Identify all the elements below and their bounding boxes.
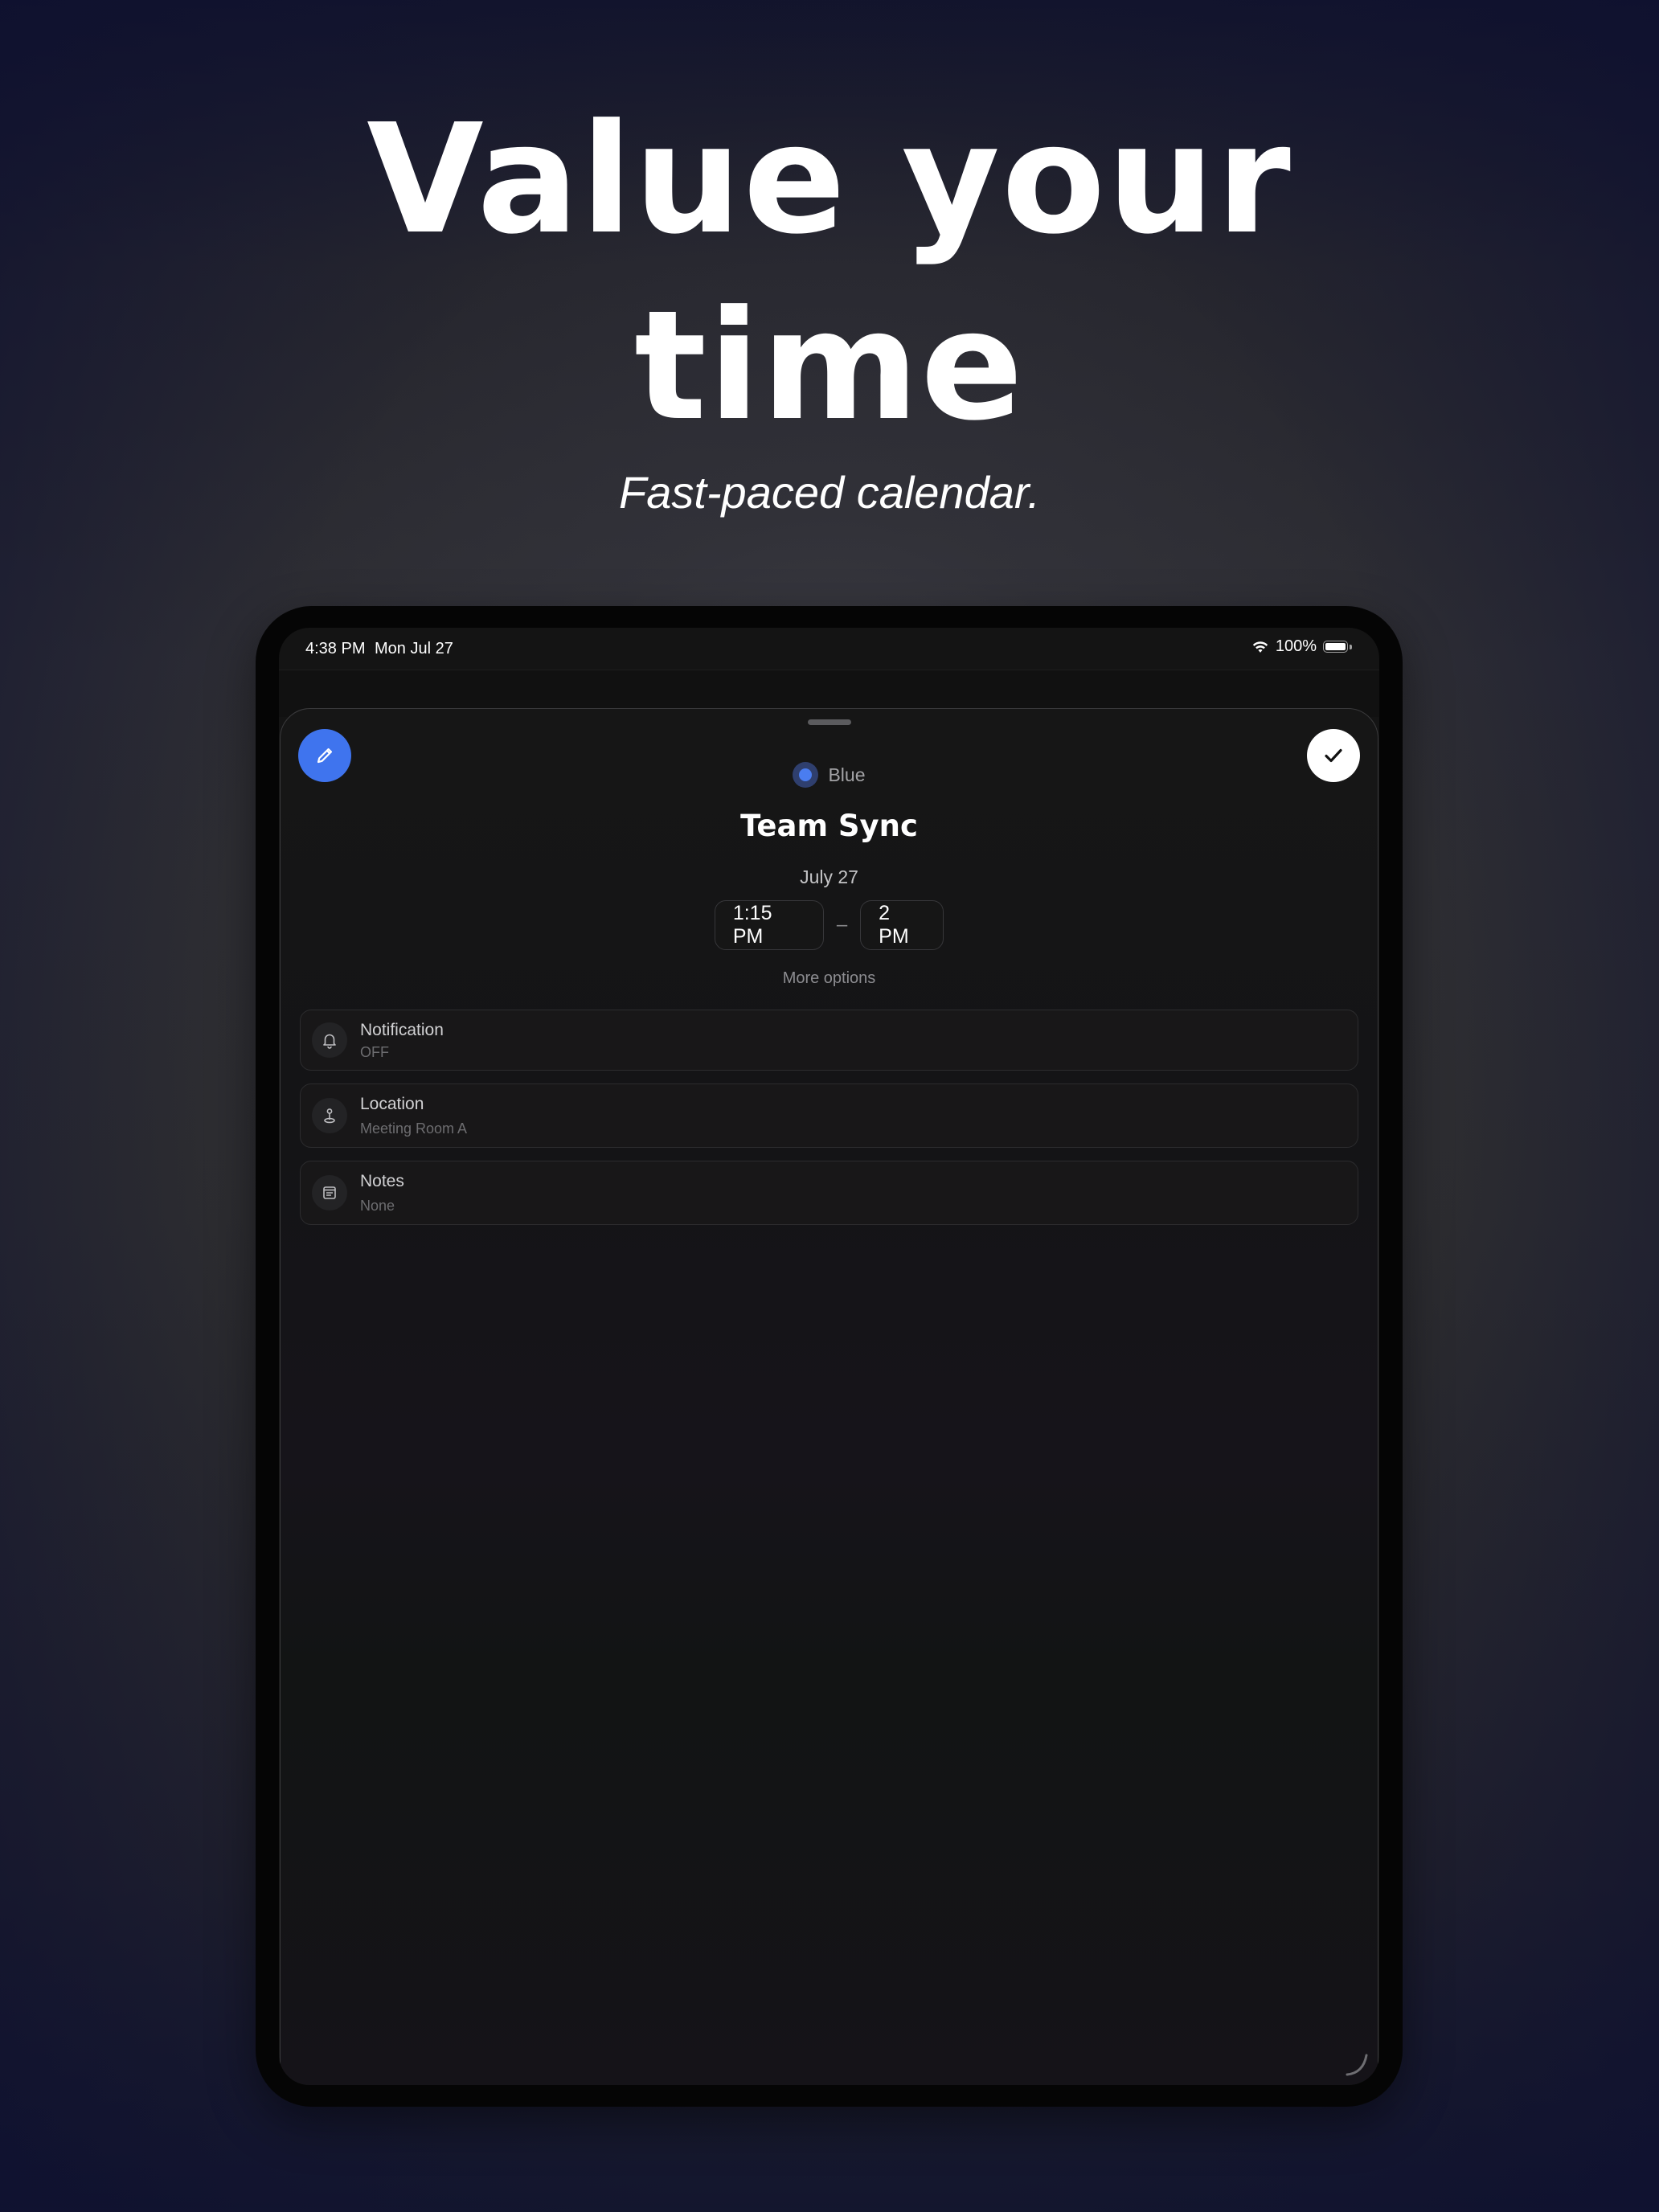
notification-row[interactable]: Notification OFF bbox=[300, 1010, 1358, 1071]
more-options-link[interactable]: More options bbox=[281, 969, 1378, 988]
notification-label: Notification bbox=[360, 1021, 444, 1039]
time-separator: – bbox=[836, 914, 848, 936]
battery-icon bbox=[1323, 640, 1352, 653]
time-range: 1:15 PM – 2 PM bbox=[281, 900, 1378, 950]
bell-icon bbox=[323, 1034, 336, 1049]
location-pin-icon bbox=[324, 1108, 335, 1124]
wifi-icon bbox=[1252, 641, 1268, 653]
battery-fill bbox=[1325, 642, 1346, 650]
option-list: Notification OFF Location Meeting Room A bbox=[300, 1010, 1358, 1238]
color-label: Blue bbox=[828, 764, 866, 785]
notification-value: OFF bbox=[360, 1044, 389, 1060]
hero-headline: Value your time bbox=[0, 87, 1659, 460]
color-swatch-dot bbox=[799, 768, 813, 781]
notes-value: None bbox=[360, 1198, 395, 1214]
battery-tip bbox=[1350, 644, 1352, 649]
color-swatch bbox=[793, 762, 819, 788]
status-date: Mon Jul 27 bbox=[375, 640, 453, 657]
notes-icon-wrap bbox=[312, 1175, 347, 1210]
battery-body bbox=[1323, 640, 1348, 653]
event-date[interactable]: July 27 bbox=[281, 866, 1378, 888]
sheet-grabber[interactable] bbox=[807, 719, 851, 725]
tablet-device: 4:38 PM Mon Jul 27 100% Blue Team Sync J… bbox=[256, 606, 1403, 2107]
end-time-button[interactable]: 2 PM bbox=[860, 900, 944, 950]
tablet-screen: 4:38 PM Mon Jul 27 100% Blue Team Sync J… bbox=[279, 628, 1379, 2085]
notification-icon-wrap bbox=[312, 1022, 347, 1058]
status-right-group: 100% bbox=[1251, 637, 1352, 656]
start-time-button[interactable]: 1:15 PM bbox=[714, 900, 824, 950]
location-label: Location bbox=[360, 1095, 424, 1113]
hero-subtitle: Fast-paced calendar. bbox=[619, 467, 1040, 518]
resize-handle-icon[interactable] bbox=[1344, 2052, 1370, 2078]
battery-percentage: 100% bbox=[1275, 637, 1317, 655]
location-row[interactable]: Location Meeting Room A bbox=[300, 1083, 1358, 1148]
status-time: 4:38 PM bbox=[305, 640, 366, 657]
headline-line-1: Value your bbox=[367, 92, 1292, 268]
headline-line-2: time bbox=[634, 278, 1025, 454]
notes-label: Notes bbox=[360, 1172, 404, 1190]
location-value: Meeting Room A bbox=[360, 1120, 468, 1137]
color-picker[interactable]: Blue bbox=[281, 762, 1378, 788]
notes-icon bbox=[323, 1186, 336, 1199]
location-icon-wrap bbox=[312, 1098, 347, 1133]
status-bar: 4:38 PM Mon Jul 27 100% bbox=[279, 628, 1379, 670]
event-sheet: Blue Team Sync July 27 1:15 PM – 2 PM Mo… bbox=[280, 708, 1378, 2085]
event-title[interactable]: Team Sync bbox=[281, 809, 1378, 843]
notes-row[interactable]: Notes None bbox=[300, 1161, 1358, 1225]
